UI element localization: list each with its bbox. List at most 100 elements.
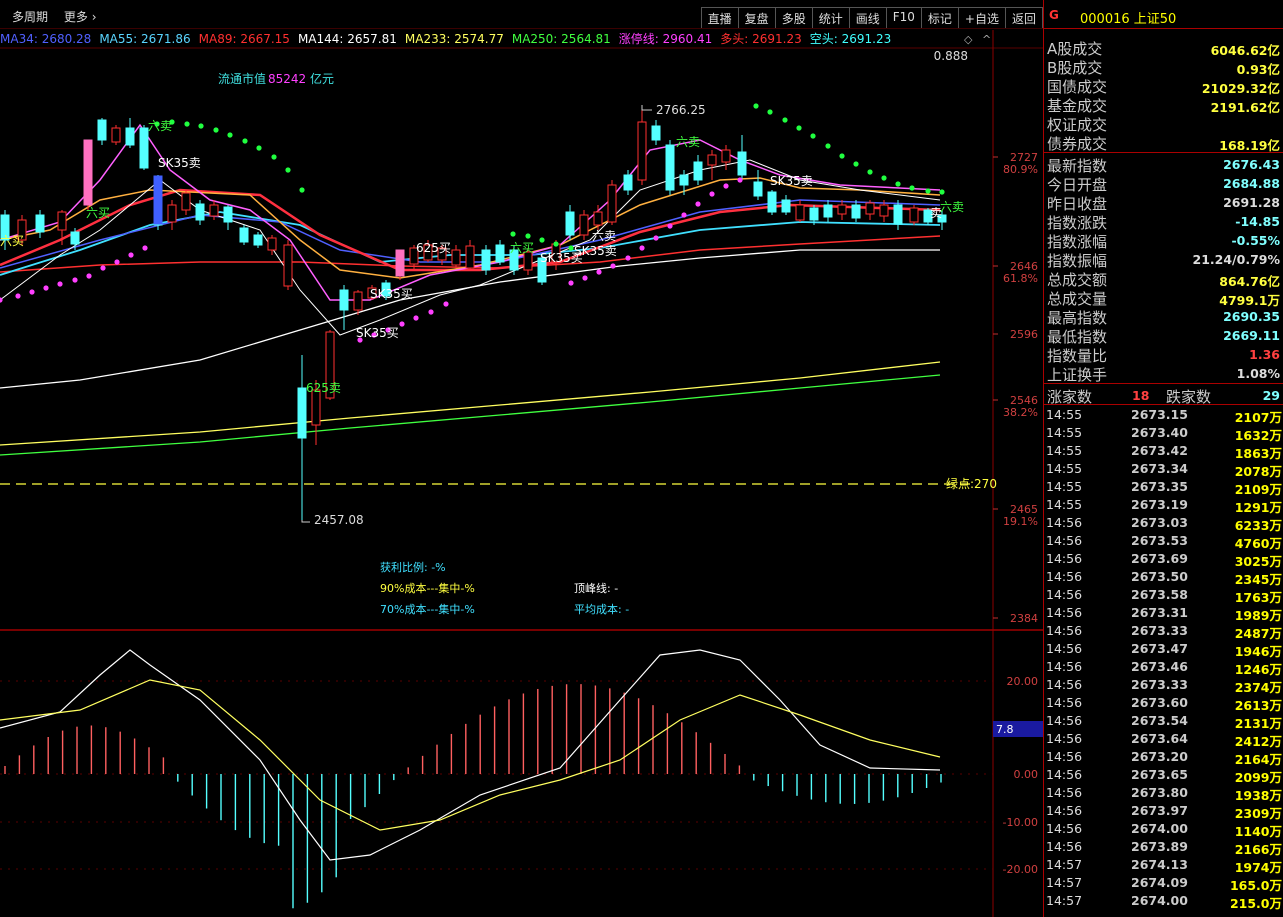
- fib-percent-label: 38.2%: [1003, 406, 1038, 419]
- candle-body: [679, 174, 689, 186]
- tick-price: 2673.69: [1131, 551, 1188, 566]
- sar-dot: [399, 321, 405, 327]
- tick-time: 14:56: [1046, 749, 1083, 764]
- kline-chart[interactable]: 272780.9%264661.8%2596254638.2%246519.1%…: [0, 28, 1043, 917]
- candle-body: [70, 231, 80, 245]
- sar-dot: [242, 138, 248, 144]
- candle-body: [97, 119, 107, 141]
- ma250-line: [0, 374, 941, 456]
- candle-body: [339, 289, 349, 311]
- ma233-line: [0, 361, 941, 446]
- toolbar-button-7[interactable]: +自选: [957, 7, 1006, 28]
- candle-body: [111, 127, 121, 143]
- tick-row: 14:56 2673.69 3025万: [1044, 549, 1283, 569]
- tick-row: 14:56 2673.03 6233万: [1044, 513, 1283, 533]
- signal-label: SK35买: [370, 287, 413, 301]
- chip-90-cost: 90%成本---集中-%: [380, 581, 475, 595]
- candle-body: [125, 127, 135, 146]
- candle-body: [239, 227, 249, 243]
- index-code[interactable]: 000016 上证50: [1080, 8, 1176, 27]
- sar-dot: [867, 169, 873, 175]
- sar-dot: [568, 280, 574, 286]
- sar-dot: [610, 263, 616, 269]
- candle-body: [809, 207, 819, 221]
- sar-dot: [767, 109, 773, 115]
- tick-price: 2673.89: [1131, 839, 1188, 854]
- toolbar-button-4[interactable]: 画线: [848, 7, 887, 28]
- candle-body: [297, 387, 307, 439]
- candle-body: [83, 139, 93, 206]
- price-axis-label: 2596: [1010, 328, 1038, 341]
- candle-body: [253, 234, 263, 246]
- down-count-value: 29: [1262, 388, 1280, 403]
- signal-label: SK35卖: [158, 156, 201, 170]
- chip-profit: 获利比例: -%: [380, 560, 446, 574]
- candle-body: [311, 389, 321, 426]
- toolbar-button-6[interactable]: 标记: [920, 7, 959, 28]
- signal-label: 六卖: [676, 135, 700, 149]
- stat-row-b-6: 总成交额 864.76亿: [1044, 268, 1283, 289]
- sar-dot: [57, 281, 63, 287]
- stat-value: -0.55%: [1231, 233, 1280, 248]
- multi-period-button[interactable]: 多周期: [12, 10, 48, 24]
- candle-body: [139, 127, 149, 169]
- sar-dot: [625, 255, 631, 261]
- tick-time: 14:56: [1046, 803, 1083, 818]
- candle-body: [209, 204, 219, 217]
- sar-dot: [525, 233, 531, 239]
- chip-avg-cost: 平均成本: -: [574, 602, 629, 616]
- chevron-up-icon: ^: [982, 33, 991, 46]
- market-cap-label: 流通市值: [218, 71, 266, 86]
- sar-dot: [596, 269, 602, 275]
- tick-row: 14:56 2673.33 2487万: [1044, 621, 1283, 641]
- sar-dot: [100, 265, 106, 271]
- candle-body: [495, 244, 505, 263]
- tick-volume: 215.0万: [1229, 896, 1282, 911]
- stat-row-b-4: 指数涨幅 -0.55%: [1044, 230, 1283, 251]
- signal-label: 625卖: [306, 381, 341, 395]
- macd-dif-line: [0, 649, 941, 861]
- group-letter: G: [1049, 8, 1059, 22]
- top-toolbar: 多周期 更多 › 直播 复盘 多股 统计 画线 F10 标记 +自选 返回: [0, 0, 1043, 29]
- tick-price: 2673.65: [1131, 767, 1188, 782]
- sar-dot: [86, 273, 92, 279]
- signal-label: 六买: [86, 206, 110, 220]
- tick-row: 14:56 2673.50 2345万: [1044, 567, 1283, 587]
- candle-body: [837, 204, 847, 215]
- tick-row: 14:56 2673.47 1946万: [1044, 639, 1283, 659]
- tick-time: 14:55: [1046, 479, 1083, 494]
- tick-time: 14:56: [1046, 623, 1083, 638]
- signal-label: 卖: [930, 206, 942, 220]
- toolbar-button-3[interactable]: 统计: [811, 7, 850, 28]
- tick-price: 2673.46: [1131, 659, 1188, 674]
- tick-price: 2673.31: [1131, 605, 1188, 620]
- toolbar-button-2[interactable]: 多股: [774, 7, 813, 28]
- candle-body: [579, 214, 589, 236]
- sar-dot: [753, 103, 759, 109]
- candle-body: [593, 211, 603, 226]
- sar-dot: [428, 309, 434, 315]
- sar-dot: [285, 167, 291, 173]
- candle-body: [181, 192, 191, 211]
- more-menu[interactable]: 更多 ›: [64, 10, 97, 24]
- toolbar-button-1[interactable]: 复盘: [737, 7, 776, 28]
- stat-value: 21.24/0.79%: [1192, 252, 1280, 267]
- macd-marker-text: 7.8: [996, 723, 1014, 736]
- toolbar-button-5[interactable]: F10: [885, 7, 922, 28]
- sar-dot: [723, 183, 729, 189]
- candle-body: [879, 204, 889, 217]
- tick-time: 14:56: [1046, 569, 1083, 584]
- signal-label: 六卖: [940, 200, 964, 214]
- tick-time: 14:56: [1046, 695, 1083, 710]
- tick-row: 14:56 2673.64 2412万: [1044, 729, 1283, 749]
- toolbar-button-8[interactable]: 返回: [1004, 7, 1043, 28]
- macd-axis-label: 20.00: [1007, 675, 1039, 688]
- tick-price: 2674.00: [1131, 821, 1188, 836]
- toolbar-button-0[interactable]: 直播: [700, 7, 739, 28]
- tick-price: 2673.58: [1131, 587, 1188, 602]
- tick-price: 2673.47: [1131, 641, 1188, 656]
- macd-axis-label: -20.00: [1003, 863, 1038, 876]
- macd-dea-line: [0, 679, 941, 831]
- tick-price: 2673.97: [1131, 803, 1188, 818]
- candle-body: [823, 204, 833, 218]
